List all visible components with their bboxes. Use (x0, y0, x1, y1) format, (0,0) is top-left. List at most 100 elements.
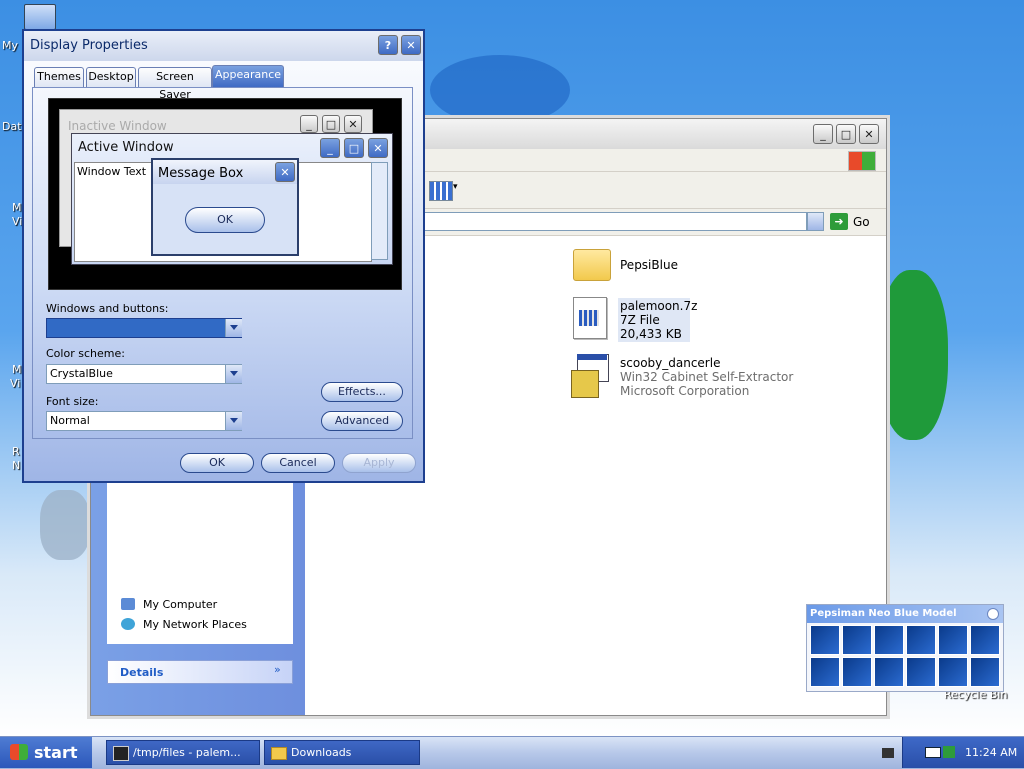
pepsiman-thumb-icon[interactable] (938, 625, 968, 655)
my-computer-icon (121, 598, 135, 610)
pepsiman-widget: Pepsiman Neo Blue Model (806, 604, 1004, 692)
advanced-button[interactable]: Advanced (321, 411, 403, 431)
my-computer-icon[interactable] (24, 4, 56, 30)
chevron-down-icon[interactable] (225, 365, 242, 383)
file-type: Win32 Cabinet Self-Extractor (620, 370, 794, 384)
chevron-down-icon[interactable] (225, 319, 242, 337)
address-dropdown[interactable] (807, 212, 824, 231)
maximize-button: □ (322, 115, 340, 133)
widget-close-icon[interactable] (987, 608, 999, 620)
go-arrow-icon[interactable]: ➜ (830, 213, 848, 230)
dialog-titlebar[interactable]: Display Properties ? ✕ (24, 31, 423, 61)
mascot-figure (878, 270, 948, 440)
tab-appearance[interactable]: Appearance (212, 65, 284, 87)
apply-button[interactable]: Apply (342, 453, 416, 473)
widget-titlebar: Pepsiman Neo Blue Model (807, 605, 1003, 623)
desktop-icon-label: Vi (12, 215, 23, 228)
close-button[interactable]: ✕ (401, 35, 421, 55)
maximize-button: □ (344, 138, 364, 158)
close-button[interactable]: ✕ (859, 124, 879, 144)
pepsiman-thumb-icon[interactable] (906, 625, 936, 655)
chevron-down-icon[interactable]: ▾ (453, 182, 458, 192)
help-button[interactable]: ? (378, 35, 398, 55)
desktop-logo (430, 55, 570, 125)
clock[interactable]: 11:24 AM (965, 746, 1017, 759)
pepsiman-thumb-icon[interactable] (906, 657, 936, 687)
desktop-icon-label: M (12, 363, 22, 376)
pepsiman-thumb-icon[interactable] (842, 657, 872, 687)
file-type: 7Z File (620, 313, 660, 327)
message-box-title: Message Box (158, 166, 244, 181)
place-link[interactable]: My Computer (143, 598, 217, 611)
color-scheme-label: Color scheme: (46, 347, 125, 360)
network-places-icon (121, 618, 135, 630)
file-company: Microsoft Corporation (620, 384, 750, 398)
system-tray: 11:24 AM (902, 737, 1024, 768)
taskbar-item[interactable]: /tmp/files - palem... (106, 740, 260, 765)
file-name[interactable]: palemoon.7z (620, 299, 697, 313)
start-label: start (34, 743, 78, 762)
place-link[interactable]: My Network Places (143, 618, 247, 631)
ok-button[interactable]: OK (180, 453, 254, 473)
cancel-button[interactable]: Cancel (261, 453, 335, 473)
installer-icon[interactable] (569, 354, 609, 398)
desktop-icon-label: Dat (2, 120, 22, 133)
windows-logo-icon (848, 151, 876, 171)
widget-title: Pepsiman Neo Blue Model (810, 608, 957, 619)
desktop-icon-label: Vi (10, 377, 21, 390)
views-icon[interactable] (429, 181, 453, 201)
start-button[interactable]: start (0, 737, 92, 768)
message-box-preview: Message Box ✕ OK (151, 158, 299, 256)
pepsiman-thumb-icon[interactable] (874, 657, 904, 687)
pepsiman-thumb-icon[interactable] (842, 625, 872, 655)
chevron-down-icon[interactable]: » (274, 663, 281, 676)
taskbar-item[interactable]: Downloads (264, 740, 420, 765)
tab-themes[interactable]: Themes (34, 67, 84, 87)
pepsiman-thumb-icon[interactable] (970, 657, 1000, 687)
tab-desktop[interactable]: Desktop (86, 67, 136, 87)
desktop-icon-label: R (12, 445, 20, 458)
desktop-icon-label: M (12, 201, 22, 214)
folder-icon[interactable] (573, 249, 611, 281)
pepsiman-thumb-icon[interactable] (810, 657, 840, 687)
maximize-button[interactable]: □ (836, 124, 856, 144)
display-properties-dialog: Display Properties ? ✕ Themes Desktop Sc… (22, 29, 425, 483)
taskbar: start /tmp/files - palem... Downloads 11… (0, 736, 1024, 769)
pepsiman-thumb-icon[interactable] (874, 625, 904, 655)
battery-icon[interactable] (925, 747, 941, 758)
font-size-label: Font size: (46, 395, 99, 408)
file-icon[interactable] (573, 297, 607, 339)
close-button: ✕ (275, 162, 295, 182)
message-box-ok-button: OK (185, 207, 265, 233)
file-name[interactable]: PepsiBlue (620, 258, 678, 272)
taskbar-item-label: Downloads (291, 746, 352, 759)
color-scheme-select[interactable]: CrystalBlue (46, 364, 242, 384)
effects-button[interactable]: Effects... (321, 382, 403, 402)
pepsiman-thumb-icon[interactable] (938, 657, 968, 687)
appearance-preview: Inactive Window _ □ ✕ Active Window _ □ … (48, 98, 402, 290)
network-icon[interactable] (943, 746, 955, 758)
chevron-down-icon[interactable] (225, 412, 242, 430)
desktop-icon-label: My (2, 39, 19, 52)
go-button[interactable]: Go (853, 215, 870, 229)
pepsiman-thumb-icon[interactable] (970, 625, 1000, 655)
font-size-select[interactable]: Normal (46, 411, 242, 431)
keyboard-icon[interactable] (882, 748, 894, 758)
mascot-shadow (40, 490, 90, 560)
pepsiman-thumb-icon[interactable] (810, 625, 840, 655)
details-panel-header[interactable]: Details » (107, 660, 293, 684)
minimize-button[interactable]: _ (813, 124, 833, 144)
minimize-button: _ (320, 138, 340, 158)
active-window-title: Active Window (78, 140, 174, 155)
minimize-button: _ (300, 115, 318, 133)
tab-screen-saver[interactable]: Screen Saver (138, 67, 212, 101)
taskbar-item-label: /tmp/files - palem... (133, 746, 241, 759)
dialog-title: Display Properties (30, 38, 148, 53)
close-button: ✕ (344, 115, 362, 133)
file-size: 20,433 KB (620, 327, 682, 341)
terminal-icon (113, 746, 129, 761)
windows-buttons-select[interactable] (46, 318, 242, 338)
inactive-window-title: Inactive Window (68, 119, 167, 133)
details-label: Details (120, 666, 164, 679)
file-name[interactable]: scooby_dancerle (620, 356, 720, 370)
